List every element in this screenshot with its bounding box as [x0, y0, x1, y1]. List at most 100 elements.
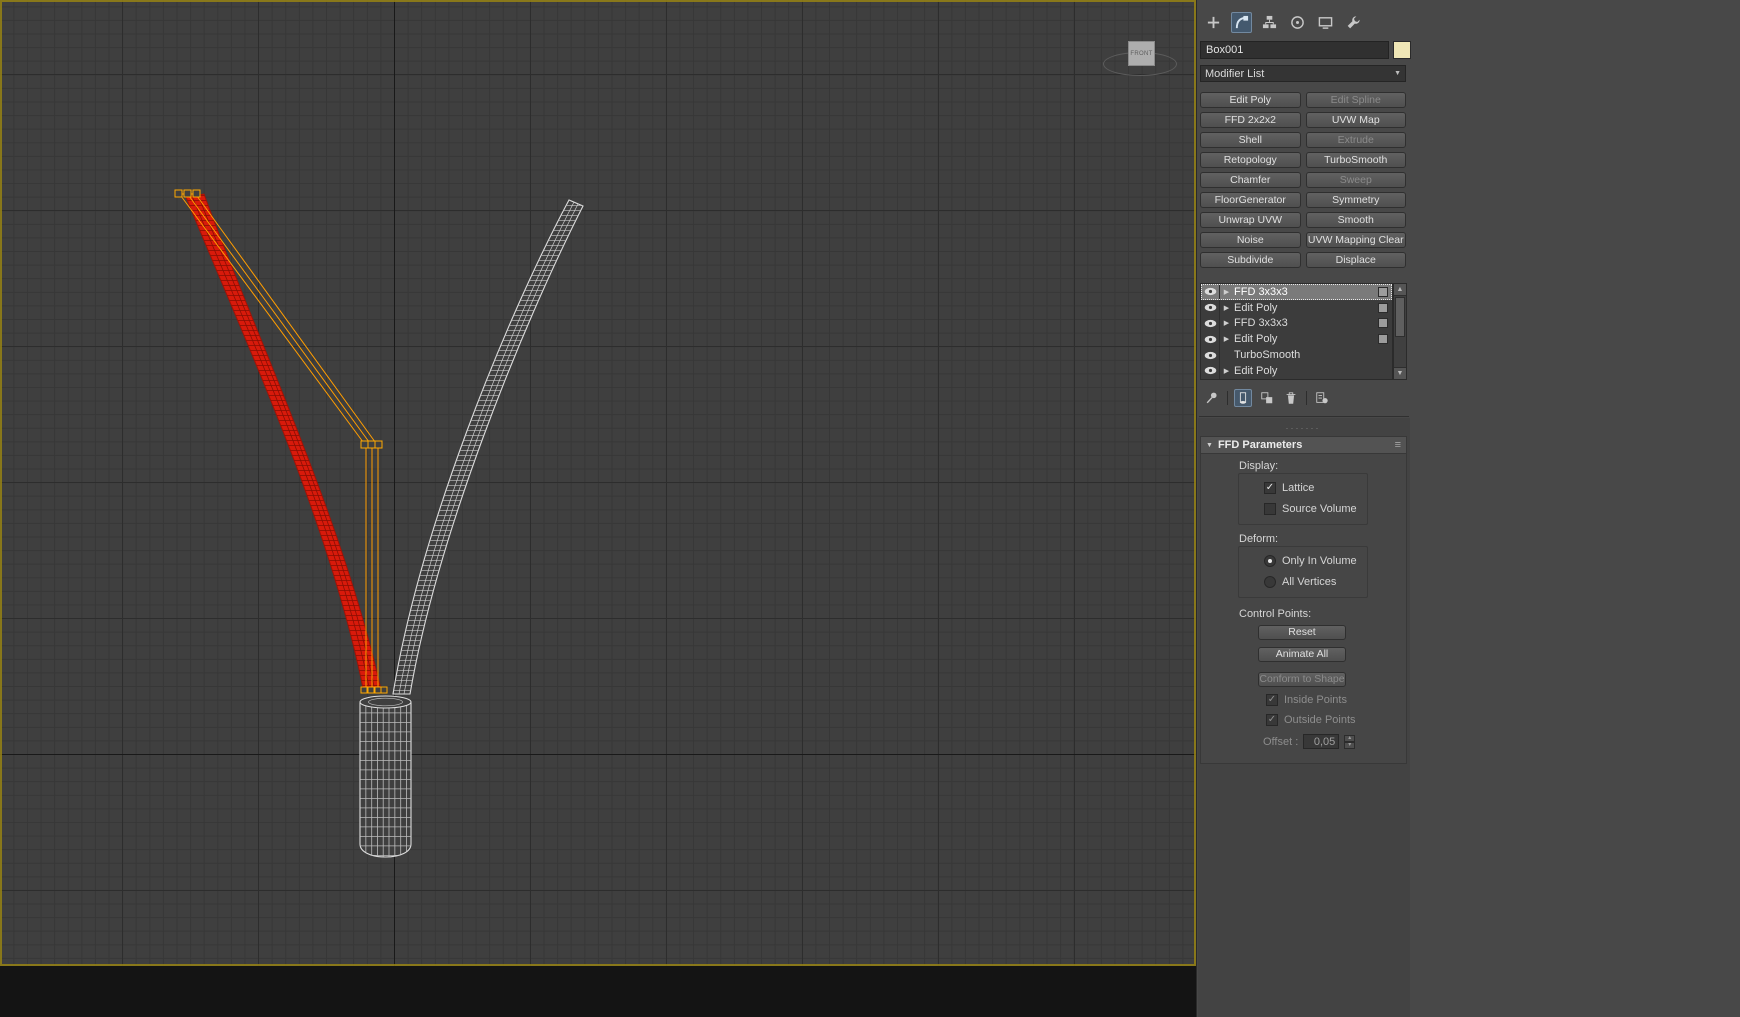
tab-create[interactable]: [1203, 12, 1224, 33]
tab-display[interactable]: [1315, 12, 1336, 33]
visibility-eye-icon[interactable]: [1201, 299, 1220, 316]
all-vertices-radio[interactable]: [1264, 576, 1276, 588]
tab-modify[interactable]: [1231, 12, 1252, 33]
only-in-volume-option[interactable]: Only In Volume: [1264, 555, 1367, 567]
modifier-button-sweep: Sweep: [1305, 172, 1406, 188]
viewcube[interactable]: FRONT: [1103, 38, 1177, 78]
modifier-button-edit-spline: Edit Spline: [1305, 92, 1406, 108]
tab-motion[interactable]: [1287, 12, 1308, 33]
visibility-eye-icon[interactable]: [1201, 284, 1220, 300]
only-in-volume-label: Only In Volume: [1282, 555, 1357, 567]
modifier-button-displace[interactable]: Displace: [1305, 252, 1406, 268]
visibility-eye-icon[interactable]: [1201, 347, 1220, 363]
reset-button[interactable]: Reset: [1258, 625, 1346, 640]
spin-up-icon: ▴: [1344, 734, 1356, 742]
modifier-toggle-box[interactable]: [1378, 302, 1388, 313]
expand-arrow-icon[interactable]: ▶: [1220, 367, 1233, 375]
outside-points-option: ✓ Outside Points: [1266, 714, 1406, 726]
modifier-button-uvw-mapping-clear[interactable]: UVW Mapping Clear: [1305, 232, 1406, 248]
modifier-toggle-box[interactable]: [1378, 318, 1388, 329]
visibility-eye-icon[interactable]: [1201, 362, 1220, 379]
rollout-menu-icon[interactable]: ≡: [1395, 439, 1401, 451]
modifier-stack-item[interactable]: ▶ Edit Poly: [1201, 362, 1392, 379]
toolbar-separator: [1306, 390, 1307, 405]
animate-all-button[interactable]: Animate All: [1258, 647, 1346, 662]
tab-utilities[interactable]: [1343, 12, 1364, 33]
source-volume-checkbox[interactable]: ✓: [1264, 503, 1276, 515]
lattice-checkbox[interactable]: ✓: [1264, 482, 1276, 494]
modifier-stack-list: ▶ FFD 3x3x3 ▶ Edit Poly ▶ FFD 3x3x3 ▶ Ed…: [1200, 283, 1393, 380]
object-color-swatch[interactable]: [1393, 41, 1411, 59]
motion-icon: [1290, 15, 1305, 30]
modifier-stack-item[interactable]: ▶ FFD 3x3x3: [1201, 315, 1392, 332]
modifier-list-label: Modifier List: [1205, 67, 1265, 80]
viewport-front[interactable]: FRONT: [0, 0, 1196, 1017]
command-panel-tabs: [1203, 12, 1364, 33]
modifier-button-floorgenerator[interactable]: FloorGenerator: [1200, 192, 1301, 208]
modifier-stack-item[interactable]: ▶ FFD 3x3x3: [1201, 284, 1392, 300]
scroll-thumb[interactable]: [1395, 297, 1405, 337]
lattice-label: Lattice: [1282, 482, 1315, 494]
ffd-parameters-rollout: ▼ FFD Parameters ≡ Display: ✓ Lattice ✓ …: [1200, 436, 1407, 764]
modifier-toggle-box[interactable]: [1378, 286, 1388, 297]
track-bar-strip: [0, 966, 1196, 1017]
visibility-eye-icon[interactable]: [1201, 315, 1220, 332]
modifier-button-uvw-map[interactable]: UVW Map: [1305, 112, 1406, 128]
modifier-quick-buttons: Edit Poly Edit Spline FFD 2x2x2 UVW Map …: [1200, 92, 1406, 268]
modifier-button-chamfer[interactable]: Chamfer: [1200, 172, 1301, 188]
modifier-button-turbosmooth[interactable]: TurboSmooth: [1305, 152, 1406, 168]
viewcube-front-face[interactable]: FRONT: [1128, 41, 1155, 66]
modifier-button-extrude: Extrude: [1305, 132, 1406, 148]
scroll-down-button[interactable]: ▼: [1394, 367, 1406, 379]
outside-points-label: Outside Points: [1284, 714, 1356, 726]
object-name-field[interactable]: [1200, 41, 1389, 59]
modifier-toggle-box[interactable]: [1378, 334, 1388, 345]
make-unique-icon: [1260, 391, 1274, 405]
stack-toolbar: [1203, 388, 1331, 407]
lattice-option[interactable]: ✓ Lattice: [1264, 482, 1367, 494]
remove-modifier-button[interactable]: [1282, 389, 1300, 407]
rollout-scroll-grip[interactable]: ·······: [1200, 424, 1406, 433]
rollout-header[interactable]: ▼ FFD Parameters ≡: [1200, 436, 1407, 454]
command-panel: Modifier List ▼ Edit Poly Edit Spline FF…: [1196, 0, 1740, 1017]
modifier-button-shell[interactable]: Shell: [1200, 132, 1301, 148]
make-unique-button[interactable]: [1258, 389, 1276, 407]
modifier-list-dropdown[interactable]: Modifier List ▼: [1200, 65, 1406, 82]
inside-points-option: ✓ Inside Points: [1266, 694, 1406, 706]
only-in-volume-radio[interactable]: [1264, 555, 1276, 567]
modifier-stack-item[interactable]: ▶ Edit Poly: [1201, 299, 1392, 316]
tab-hierarchy[interactable]: [1259, 12, 1280, 33]
modifier-button-unwrap-uvw[interactable]: Unwrap UVW: [1200, 212, 1301, 228]
control-points-section-label: Control Points:: [1239, 608, 1312, 620]
modifier-button-retopology[interactable]: Retopology: [1200, 152, 1301, 168]
toolbar-separator: [1227, 390, 1228, 405]
modifier-button-smooth[interactable]: Smooth: [1305, 212, 1406, 228]
white-branch: [392, 199, 584, 695]
show-end-result-icon: [1236, 391, 1250, 405]
all-vertices-option[interactable]: All Vertices: [1264, 576, 1367, 588]
display-group: ✓ Lattice ✓ Source Volume: [1238, 473, 1368, 525]
expand-arrow-icon[interactable]: ▶: [1220, 288, 1233, 296]
modifier-button-symmetry[interactable]: Symmetry: [1305, 192, 1406, 208]
modifier-button-noise[interactable]: Noise: [1200, 232, 1301, 248]
pin-stack-button[interactable]: [1203, 389, 1221, 407]
scene-object[interactable]: [0, 0, 1196, 966]
expand-arrow-icon[interactable]: ▶: [1220, 304, 1233, 312]
display-section-label: Display:: [1239, 460, 1279, 472]
configure-modifier-sets-button[interactable]: [1313, 389, 1331, 407]
show-end-result-button[interactable]: [1234, 388, 1252, 407]
visibility-eye-icon[interactable]: [1201, 331, 1220, 348]
modifier-button-ffd-2x2x2[interactable]: FFD 2x2x2: [1200, 112, 1301, 128]
expand-arrow-icon[interactable]: ▶: [1220, 319, 1233, 327]
modifier-button-edit-poly[interactable]: Edit Poly: [1200, 92, 1301, 108]
source-volume-option[interactable]: ✓ Source Volume: [1264, 503, 1367, 515]
scroll-up-button[interactable]: ▲: [1394, 284, 1406, 296]
modifier-button-subdivide[interactable]: Subdivide: [1200, 252, 1301, 268]
modifier-stack-item[interactable]: TurboSmooth: [1201, 347, 1392, 363]
modifier-name: Edit Poly: [1234, 364, 1278, 377]
modifier-name: FFD 3x3x3: [1234, 317, 1288, 330]
modifier-stack-item[interactable]: ▶ Edit Poly: [1201, 331, 1392, 348]
offset-label: Offset :: [1263, 735, 1299, 748]
stack-scrollbar[interactable]: ▲ ▼: [1393, 283, 1407, 380]
expand-arrow-icon[interactable]: ▶: [1220, 335, 1233, 343]
